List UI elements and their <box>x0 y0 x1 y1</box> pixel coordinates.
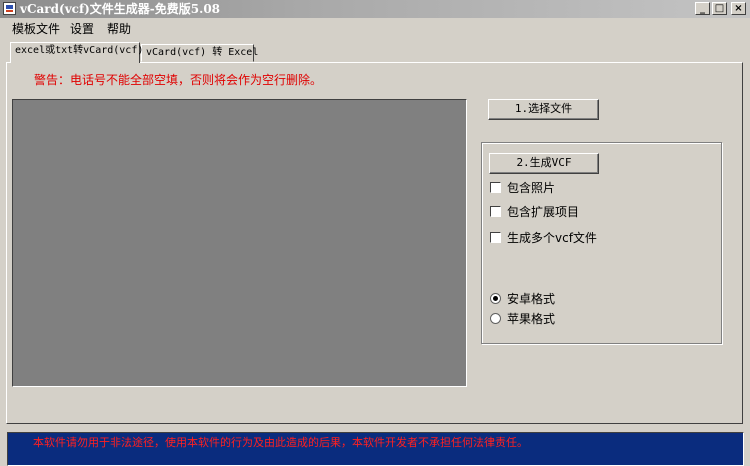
android-format-label: 安卓格式 <box>507 291 556 306</box>
tab-excel-to-vcard[interactable]: excel或txt转vCard(vcf) <box>10 42 143 63</box>
include-photo-option[interactable]: 包含照片 <box>490 180 556 195</box>
apple-format-radio[interactable] <box>490 312 501 324</box>
include-photo-label: 包含照片 <box>507 180 556 195</box>
title-bar[interactable]: vCard(vcf)文件生成器-免费版5.08 _ □ × <box>0 0 750 18</box>
include-extended-label: 包含扩展项目 <box>507 204 580 219</box>
include-extended-option[interactable]: 包含扩展项目 <box>490 204 580 219</box>
multiple-files-checkbox[interactable] <box>490 231 501 243</box>
close-button[interactable]: × <box>731 2 746 15</box>
status-bar: 本软件请勿用于非法途径，使用本软件的行为及由此造成的后果，本软件开发者不承担任何… <box>7 432 744 466</box>
apple-format-label: 苹果格式 <box>507 311 556 326</box>
select-file-button[interactable]: 1.选择文件 <box>488 99 599 120</box>
android-format-option[interactable]: 安卓格式 <box>490 291 556 306</box>
generate-vcf-button[interactable]: 2.生成VCF <box>489 153 599 174</box>
tab-vcard-to-excel[interactable]: vCard(vcf) 转 Excel <box>141 44 258 62</box>
menu-template-file[interactable]: 模板文件 <box>10 21 62 37</box>
maximize-button[interactable]: □ <box>712 2 727 15</box>
multiple-files-label: 生成多个vcf文件 <box>507 230 597 245</box>
warning-text: 警告：电话号不能全部空填，否则将会作为空行删除。 <box>34 73 323 87</box>
menu-settings[interactable]: 设置 <box>68 21 96 37</box>
include-photo-checkbox[interactable] <box>490 181 501 193</box>
menu-bar: 模板文件 设置 帮助 <box>0 18 750 40</box>
data-preview-area[interactable] <box>12 99 467 387</box>
window-title: vCard(vcf)文件生成器-免费版5.08 <box>20 2 221 16</box>
app-icon <box>3 2 16 15</box>
multiple-files-option[interactable]: 生成多个vcf文件 <box>490 230 597 245</box>
menu-help[interactable]: 帮助 <box>105 21 133 37</box>
minimize-button[interactable]: _ <box>695 2 710 15</box>
window-controls: _ □ × <box>695 2 746 15</box>
android-format-radio[interactable] <box>490 292 501 304</box>
include-extended-checkbox[interactable] <box>490 205 501 217</box>
apple-format-option[interactable]: 苹果格式 <box>490 311 556 326</box>
disclaimer-text: 本软件请勿用于非法途径，使用本软件的行为及由此造成的后果，本软件开发者不承担任何… <box>33 436 528 449</box>
